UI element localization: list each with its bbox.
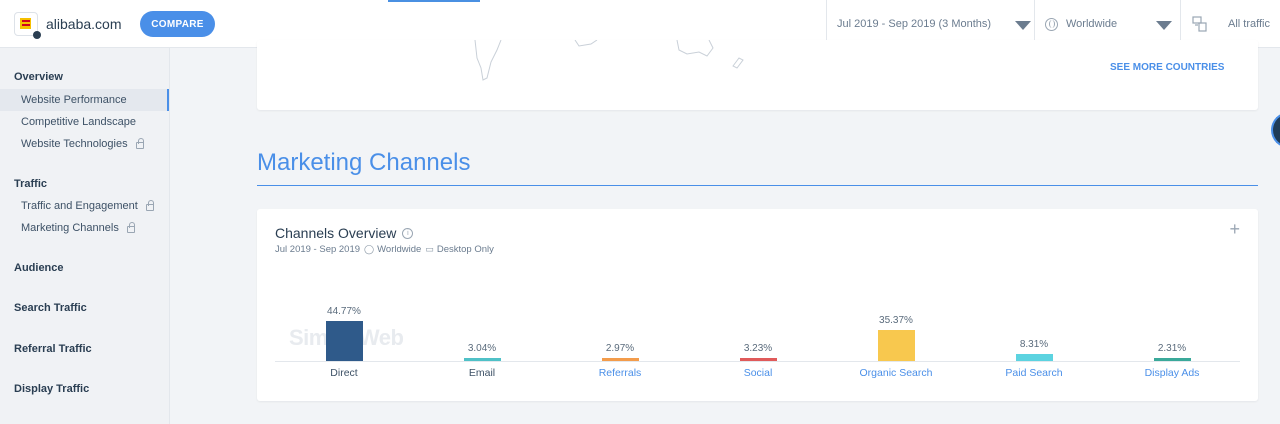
sidebar-item-label: Website Performance xyxy=(21,94,127,106)
bar-value-referrals: 2.97% xyxy=(605,343,635,354)
region-value: Worldwide xyxy=(1066,18,1118,30)
sidebar-item-label: Traffic and Engagement xyxy=(21,200,138,212)
world-map xyxy=(474,40,744,81)
lock-icon xyxy=(145,199,154,211)
lock-icon xyxy=(135,137,144,149)
card-date: Jul 2019 - Sep 2019 xyxy=(275,244,361,255)
sidebar-item-marketing-channels[interactable]: Marketing Channels xyxy=(0,217,169,239)
date-range-value: Jul 2019 - Sep 2019 (3 Months) xyxy=(837,18,992,30)
chart-baseline xyxy=(275,361,1240,362)
bar-email xyxy=(463,358,501,361)
site-favicon-icon xyxy=(14,12,41,39)
countries-card xyxy=(257,40,1258,110)
sidebar: Overview Website Performance Competitive… xyxy=(0,48,170,424)
site-identity[interactable]: alibaba.com xyxy=(14,12,122,39)
lock-icon xyxy=(126,221,135,233)
sidebar-item-label: Competitive Landscape xyxy=(21,116,136,128)
bar-value-organic-search: 35.37% xyxy=(879,314,913,326)
see-more-countries-link[interactable]: SEE MORE COUNTRIES xyxy=(1110,62,1224,73)
floating-help-icon[interactable] xyxy=(1271,112,1280,148)
info-icon[interactable]: i xyxy=(402,227,414,239)
bar-display-ads[interactable] xyxy=(1153,358,1191,361)
sidebar-item-website-technologies[interactable]: Website Technologies xyxy=(0,133,169,155)
channels-overview-card: Channels Overview i Jul 2019 - Sep 2019 … xyxy=(257,209,1258,401)
bar-paid-search[interactable] xyxy=(1015,353,1053,361)
bar-value-social: 3.23% xyxy=(743,343,773,354)
card-title-text: Channels Overview xyxy=(275,225,397,241)
bar-organic-search[interactable] xyxy=(877,329,915,361)
bar-value-direct: 44.77% xyxy=(327,306,361,318)
category-label-email: Email xyxy=(468,367,496,379)
devices-icon xyxy=(1192,16,1207,32)
category-label-paid-search[interactable]: Paid Search xyxy=(974,367,1094,379)
card-region: Worldwide xyxy=(377,244,422,255)
globe-small-icon: ◯ xyxy=(364,244,375,254)
sidebar-section-display-traffic[interactable]: Display Traffic xyxy=(14,383,89,395)
card-subtitle: Jul 2019 - Sep 2019 ◯ Worldwide ▭ Deskto… xyxy=(275,244,494,255)
bar-value-paid-search: 8.31% xyxy=(1019,338,1049,350)
bar-direct xyxy=(325,321,363,361)
sidebar-section-overview[interactable]: Overview xyxy=(14,71,63,83)
category-label-social[interactable]: Social xyxy=(698,367,818,379)
section-title: Marketing Channels xyxy=(257,149,471,176)
section-divider xyxy=(257,185,1258,186)
compare-button[interactable]: COMPARE xyxy=(140,11,215,37)
sidebar-section-traffic[interactable]: Traffic xyxy=(14,178,47,190)
bar-referrals[interactable] xyxy=(601,358,639,361)
category-label-direct: Direct xyxy=(330,367,358,379)
desktop-icon: ▭ xyxy=(425,244,434,254)
category-label-display-ads[interactable]: Display Ads xyxy=(1112,367,1232,379)
sidebar-section-referral-traffic[interactable]: Referral Traffic xyxy=(14,343,92,355)
loading-progress xyxy=(388,0,480,2)
region-chevron-down-icon[interactable] xyxy=(1156,21,1172,30)
sidebar-section-search-traffic[interactable]: Search Traffic xyxy=(14,302,87,314)
date-chevron-down-icon[interactable] xyxy=(1015,21,1031,30)
card-device: Desktop Only xyxy=(436,244,494,255)
bar-value-display-ads: 2.31% xyxy=(1157,343,1187,354)
sidebar-item-competitive-landscape[interactable]: Competitive Landscape xyxy=(0,111,169,133)
card-title: Channels Overview i xyxy=(275,225,414,241)
sidebar-item-label: Website Technologies xyxy=(21,138,128,150)
bar-value-email: 3.04% xyxy=(467,343,497,354)
bar-social[interactable] xyxy=(739,358,777,361)
sidebar-item-traffic-and-engagement[interactable]: Traffic and Engagement xyxy=(0,195,169,217)
sidebar-item-label: Marketing Channels xyxy=(21,222,119,234)
category-label-organic-search[interactable]: Organic Search xyxy=(836,367,956,379)
add-icon[interactable]: + xyxy=(1229,219,1240,240)
sidebar-item-website-performance[interactable]: Website Performance xyxy=(0,89,169,111)
category-label-referrals[interactable]: Referrals xyxy=(560,367,680,379)
site-name: alibaba.com xyxy=(46,16,122,32)
traffic-value: All traffic xyxy=(1228,18,1270,30)
sidebar-section-audience[interactable]: Audience xyxy=(14,262,64,274)
globe-icon xyxy=(1045,17,1058,31)
